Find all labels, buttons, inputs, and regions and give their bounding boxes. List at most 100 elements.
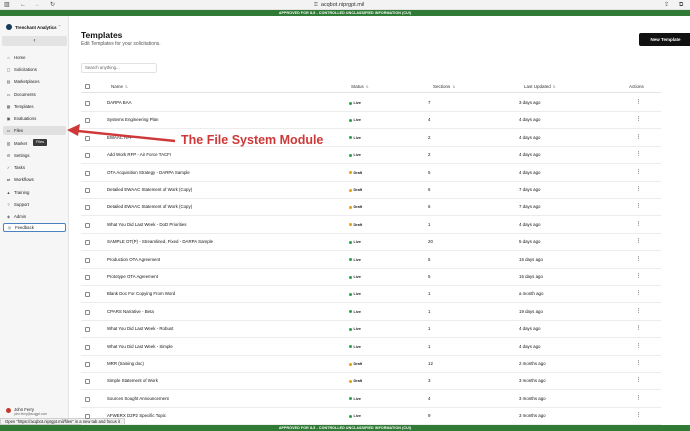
- row-checkbox[interactable]: [85, 222, 90, 228]
- template-name[interactable]: MRR (training doc): [107, 361, 144, 366]
- table-row[interactable]: What You Did Last Week - Robust Live 1 4 da…: [81, 321, 661, 339]
- more-actions-icon[interactable]: ⋮: [636, 169, 641, 175]
- column-status[interactable]: Status ⇅: [351, 84, 369, 89]
- table-row[interactable]: Simple Statement of Work Draft 3 3 months a…: [81, 373, 661, 391]
- org-switcher[interactable]: Trenchant Analytics: [6, 23, 57, 31]
- row-checkbox[interactable]: [85, 292, 90, 298]
- reload-icon[interactable]: ↻: [50, 1, 55, 9]
- forward-icon[interactable]: →: [34, 1, 40, 9]
- sidebar-item-templates[interactable]: ▦ Templates: [3, 102, 66, 111]
- template-name[interactable]: What You Did Last Week - DoD Priorities: [107, 222, 186, 227]
- more-actions-icon[interactable]: ⋮: [636, 186, 641, 192]
- row-checkbox[interactable]: [85, 240, 90, 246]
- column-name[interactable]: Name ⇅: [111, 84, 128, 89]
- more-actions-icon[interactable]: ⋮: [636, 273, 641, 279]
- back-icon[interactable]: ←: [20, 1, 26, 9]
- template-name[interactable]: Blank Doc For Copying From Word: [107, 291, 175, 296]
- sidebar-item-home[interactable]: ⌂ Home: [3, 53, 66, 62]
- more-actions-icon[interactable]: ⋮: [636, 360, 641, 366]
- more-actions-icon[interactable]: ⋮: [636, 116, 641, 122]
- template-name[interactable]: Systems Engineering Plan: [107, 117, 159, 122]
- row-checkbox[interactable]: [85, 101, 90, 106]
- column-updated[interactable]: Last Updated ⇅: [524, 84, 556, 89]
- more-actions-icon[interactable]: ⋮: [636, 325, 641, 331]
- table-row[interactable]: Sources Sought Announcement Live 4 3 months…: [81, 391, 661, 408]
- table-row[interactable]: SAMPLE OT(P) - Streamlined, Fixed - DARP…: [81, 234, 661, 252]
- more-actions-icon[interactable]: ⋮: [636, 377, 641, 383]
- template-name[interactable]: Detailed EWAAC Statement of Work (Copy): [107, 204, 192, 209]
- sidebar-item-files[interactable]: ▭ Files: [3, 126, 66, 135]
- more-actions-icon[interactable]: ⋮: [636, 395, 641, 401]
- table-row[interactable]: AFWERX D2P2 Specific Topic Live 9 3 months …: [81, 408, 661, 426]
- row-checkbox[interactable]: [85, 188, 90, 193]
- table-row[interactable]: DARPA BAA Live 7 3 days ago ⋮: [81, 95, 661, 112]
- row-checkbox[interactable]: [85, 205, 90, 211]
- template-name[interactable]: Add Work RFP - Air Force TACFI: [107, 152, 171, 157]
- row-checkbox[interactable]: [85, 135, 90, 141]
- tabs-icon[interactable]: ⧉: [679, 1, 683, 9]
- table-row[interactable]: Detailed EWAAC Statement of Work (Copy) D…: [81, 199, 661, 217]
- table-row[interactable]: What You Did Last Week - Simple Live 1 4 da…: [81, 339, 661, 356]
- more-actions-icon[interactable]: ⋮: [636, 308, 641, 314]
- table-row[interactable]: OTA Acquisition Strategy - DARPA Sample D…: [81, 165, 661, 182]
- sidebar-item-tasks[interactable]: ✓ Tasks: [3, 163, 66, 172]
- row-checkbox[interactable]: [85, 362, 90, 367]
- more-actions-icon[interactable]: ⋮: [636, 343, 641, 349]
- row-checkbox[interactable]: [85, 257, 90, 263]
- more-actions-icon[interactable]: ⋮: [636, 99, 641, 105]
- template-name[interactable]: Production OTA Agreement: [107, 257, 160, 262]
- table-row[interactable]: MRR (training doc) Draft 12 2 months ago ⋮: [81, 356, 661, 373]
- sidebar-item-admin[interactable]: ◈ Admin: [3, 212, 66, 221]
- table-row[interactable]: CPARS Narrative - Beta Live 1 19 days ago ⋮: [81, 304, 661, 321]
- row-checkbox[interactable]: [85, 414, 90, 420]
- new-template-button[interactable]: New Template: [639, 33, 690, 46]
- sidebar-item-solicitations[interactable]: ▢ Solicitations: [3, 65, 66, 74]
- sidebar-item-documents[interactable]: ▭ Documents: [3, 90, 66, 99]
- template-name[interactable]: OTA Acquisition Strategy - DARPA Sample: [107, 170, 190, 175]
- table-row[interactable]: Blank Doc For Copying From Word Live 1 a mo…: [81, 286, 661, 304]
- more-actions-icon[interactable]: ⋮: [636, 203, 641, 209]
- table-row[interactable]: Add Work RFP - Air Force TACFI Live 2 4 day…: [81, 147, 661, 165]
- sidebar-item-training[interactable]: ▲ Training: [3, 188, 66, 197]
- template-name[interactable]: Simple Statement of Work: [107, 378, 158, 383]
- address-bar[interactable]: ⚿ acqbot.niprgpt.mil: [314, 1, 364, 9]
- template-name[interactable]: What You Did Last Week - Robust: [107, 326, 173, 331]
- more-actions-icon[interactable]: ⋮: [636, 290, 641, 296]
- row-checkbox[interactable]: [85, 170, 90, 176]
- more-actions-icon[interactable]: ⋮: [636, 256, 641, 262]
- template-name[interactable]: CPARS Narrative - Beta: [107, 309, 154, 314]
- row-checkbox[interactable]: [85, 275, 90, 280]
- collapse-sidebar-button[interactable]: ‹: [2, 36, 67, 46]
- more-actions-icon[interactable]: ⋮: [636, 151, 641, 157]
- row-checkbox[interactable]: [85, 327, 90, 333]
- table-row[interactable]: Systems Engineering Plan Live 4 4 days ago ⋮: [81, 112, 661, 130]
- row-checkbox[interactable]: [85, 118, 90, 124]
- sidebar-item-settings[interactable]: ⚙ Settings: [3, 151, 66, 160]
- table-row[interactable]: EWAAC RFP Live 2 4 days ago ⋮: [81, 130, 661, 147]
- select-all-checkbox[interactable]: [85, 84, 90, 89]
- more-actions-icon[interactable]: ⋮: [636, 134, 641, 140]
- share-icon[interactable]: ⇪: [664, 1, 669, 9]
- chevron-updown-icon[interactable]: ⌃: [58, 24, 61, 29]
- sidebar-item-workflows[interactable]: ⇄ Workflows: [3, 175, 66, 184]
- row-checkbox[interactable]: [85, 344, 90, 350]
- more-actions-icon[interactable]: ⋮: [636, 238, 641, 244]
- table-row[interactable]: What You Did Last Week - DoD Priorities D…: [81, 217, 661, 234]
- search-input[interactable]: Search anything...: [81, 63, 157, 73]
- row-checkbox[interactable]: [85, 396, 90, 402]
- table-row[interactable]: Detailed EWAAC Statement of Work (Copy) D…: [81, 182, 661, 199]
- sidebar-toggle-icon[interactable]: ▥: [4, 1, 10, 9]
- row-checkbox[interactable]: [85, 153, 90, 159]
- sidebar-item-support[interactable]: ? Support: [3, 200, 66, 209]
- more-actions-icon[interactable]: ⋮: [636, 412, 641, 418]
- sidebar-item-feedback[interactable]: ◎ Feedback: [3, 223, 66, 232]
- template-name[interactable]: Sources Sought Announcement: [107, 396, 169, 401]
- more-actions-icon[interactable]: ⋮: [636, 221, 641, 227]
- sidebar-item-evaluations[interactable]: ▣ Evaluations: [3, 114, 66, 123]
- template-name[interactable]: What You Did Last Week - Simple: [107, 344, 173, 349]
- sidebar-item-marketplaces[interactable]: ▤ Marketplaces: [3, 77, 66, 86]
- template-name[interactable]: DARPA BAA: [107, 100, 132, 105]
- row-checkbox[interactable]: [85, 379, 90, 385]
- template-name[interactable]: SAMPLE OT(P) - Streamlined, Fixed - DARP…: [107, 239, 213, 244]
- table-row[interactable]: Production OTA Agreement Live 5 15 days ago…: [81, 252, 661, 269]
